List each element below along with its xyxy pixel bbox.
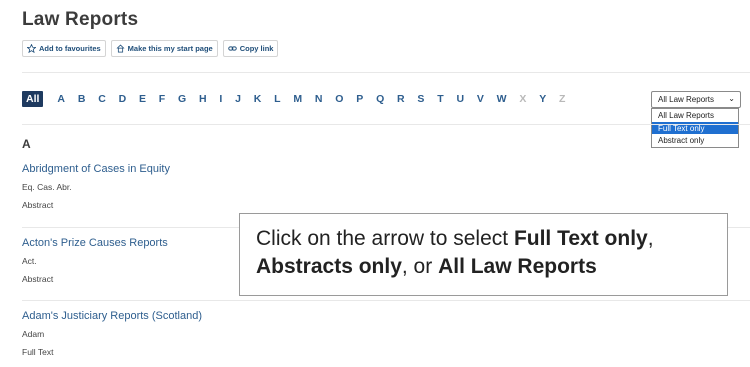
alphabet-letter-g[interactable]: G: [178, 93, 186, 105]
alphabet-letter-x: X: [519, 93, 527, 105]
alphabet-letter-w[interactable]: W: [497, 93, 507, 105]
alphabet-filter: All A B C D E F G H I J K L M N O P Q R …: [22, 91, 578, 107]
option-abstract-only[interactable]: Abstract only: [652, 134, 738, 147]
report-abbreviation: Eq. Cas. Abr.: [22, 182, 72, 192]
alphabet-letter-j[interactable]: J: [235, 93, 241, 105]
callout-bold-all-reports: All Law Reports: [438, 255, 597, 278]
report-abbreviation: Adam: [22, 329, 45, 339]
section-letter-heading: A: [22, 137, 31, 151]
report-title-link[interactable]: Adam's Justiciary Reports (Scotland): [22, 310, 202, 322]
alphabet-letter-t[interactable]: T: [437, 93, 443, 105]
callout-text-1: Click on the arrow to select: [256, 227, 514, 250]
chevron-down-icon[interactable]: ⌄: [728, 94, 735, 103]
entry-divider: [22, 300, 750, 301]
alphabet-letter-n[interactable]: N: [315, 93, 323, 105]
alphabet-divider: [22, 124, 750, 125]
callout-bold-abstracts: Abstracts only: [256, 255, 402, 278]
list-item: Adam's Justiciary Reports (Scotland) Ada…: [22, 310, 202, 357]
instruction-callout: Click on the arrow to select Full Text o…: [239, 213, 728, 296]
list-item: Acton's Prize Causes Reports Act. Abstra…: [22, 237, 168, 284]
make-start-page-label: Make this my start page: [127, 44, 213, 53]
alphabet-letter-o[interactable]: O: [335, 93, 343, 105]
alphabet-all-button[interactable]: All: [22, 91, 44, 107]
alphabet-letter-q[interactable]: Q: [376, 93, 384, 105]
link-icon: [227, 46, 237, 51]
report-type-label: Abstract: [22, 200, 54, 210]
copy-link-label: Copy link: [239, 44, 274, 53]
report-type-dropdown: All Law Reports Full Text only Abstract …: [651, 108, 739, 148]
report-abbreviation: Act.: [22, 256, 37, 266]
alphabet-letter-h[interactable]: H: [199, 93, 207, 105]
page-title: Law Reports: [22, 9, 139, 30]
alphabet-letter-a[interactable]: A: [57, 93, 65, 105]
report-type-selected-value: All Law Reports: [658, 95, 715, 104]
alphabet-letter-y[interactable]: Y: [539, 93, 546, 105]
alphabet-letter-e[interactable]: E: [139, 93, 146, 105]
alphabet-letter-s[interactable]: S: [417, 93, 424, 105]
alphabet-letter-k[interactable]: K: [254, 93, 262, 105]
report-type-label: Abstract: [22, 274, 54, 284]
report-type-select[interactable]: All Law Reports ⌄: [651, 91, 741, 108]
copy-link-button[interactable]: Copy link: [222, 40, 279, 57]
alphabet-letter-v[interactable]: V: [477, 93, 484, 105]
home-icon: [116, 44, 125, 53]
report-title-link[interactable]: Acton's Prize Causes Reports: [22, 237, 168, 249]
alphabet-letter-d[interactable]: D: [119, 93, 127, 105]
option-all-law-reports[interactable]: All Law Reports: [652, 109, 738, 122]
callout-text-2: ,: [647, 227, 654, 250]
alphabet-letter-c[interactable]: C: [98, 93, 106, 105]
callout-text-3: , or: [401, 255, 439, 278]
star-icon: [27, 44, 36, 53]
alphabet-letter-u[interactable]: U: [456, 93, 464, 105]
make-start-page-button[interactable]: Make this my start page: [110, 40, 218, 57]
alphabet-letter-p[interactable]: P: [356, 93, 363, 105]
alphabet-letter-l[interactable]: L: [274, 93, 280, 105]
alphabet-letter-z: Z: [559, 93, 566, 105]
header-divider: [22, 72, 750, 73]
add-to-favourites-label: Add to favourites: [39, 44, 101, 53]
alphabet-letter-f[interactable]: F: [159, 93, 165, 105]
report-type-label: Full Text: [22, 347, 54, 357]
page-actions: Add to favourites Make this my start pag…: [22, 40, 279, 57]
alphabet-letter-b[interactable]: B: [78, 93, 86, 105]
list-item: Abridgment of Cases in Equity Eq. Cas. A…: [22, 163, 170, 210]
alphabet-letter-m[interactable]: M: [293, 93, 302, 105]
alphabet-letter-r[interactable]: R: [397, 93, 405, 105]
alphabet-letter-i[interactable]: I: [219, 93, 222, 105]
callout-bold-full-text: Full Text only: [513, 227, 648, 250]
report-title-link[interactable]: Abridgment of Cases in Equity: [22, 163, 170, 175]
add-to-favourites-button[interactable]: Add to favourites: [22, 40, 106, 57]
